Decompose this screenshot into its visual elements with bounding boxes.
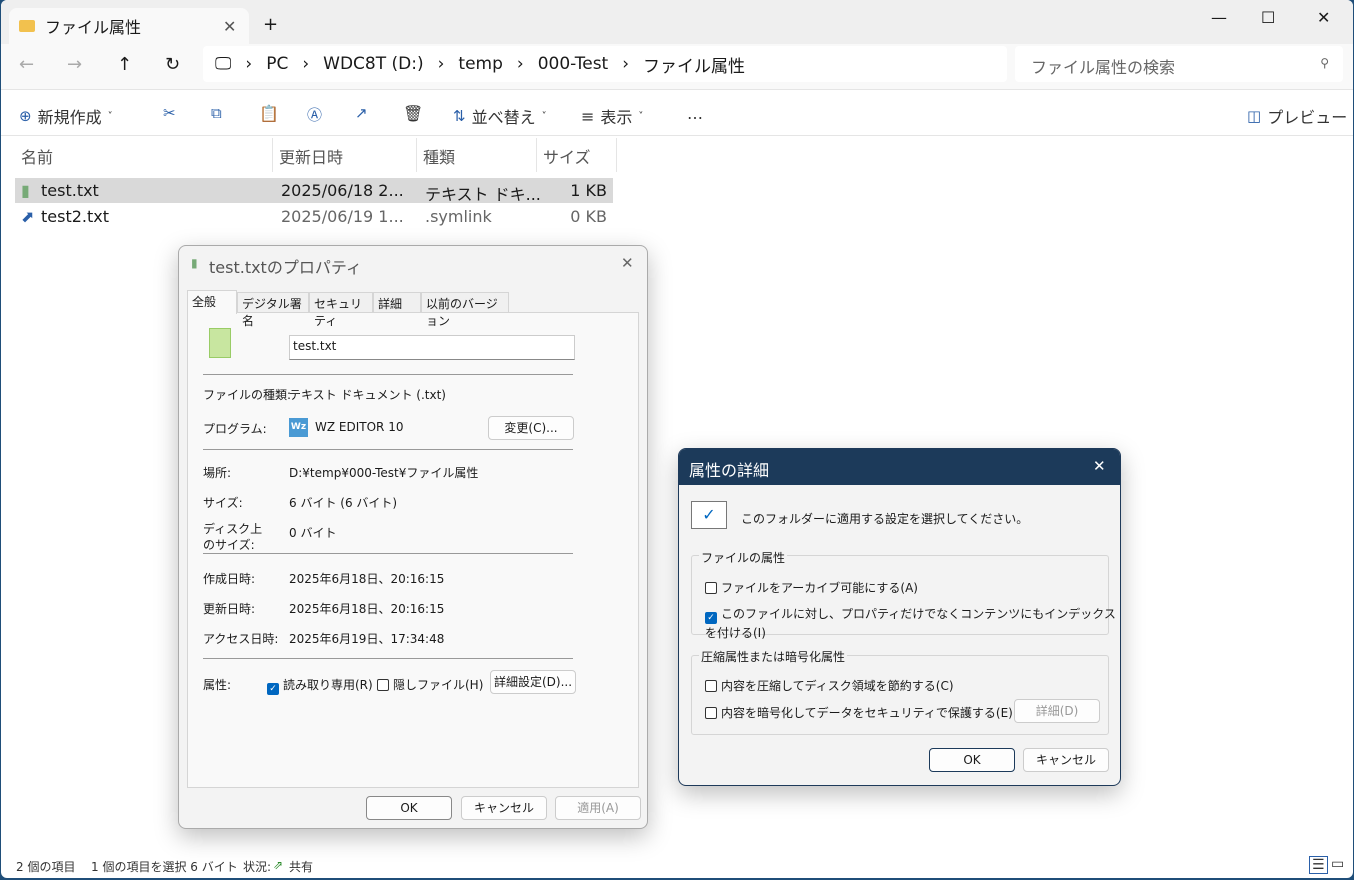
checkmark-icon: ✓ bbox=[691, 501, 727, 529]
command-bar: ⊕ 新規作成 ˅ ✂ ⧉ 📋 Ⓐ ↗ 🗑 ⇅ 並べ替え ˅ ≡ 表示 ˅ … ◫ プレビュー bbox=[1, 92, 1353, 136]
status-selected: 1 個の項目を選択 6 バイト bbox=[91, 860, 238, 874]
column-name[interactable]: 名前 bbox=[15, 138, 273, 172]
symlink-file-icon: ⬈ bbox=[21, 207, 35, 226]
text-file-icon: ▮ bbox=[191, 256, 198, 270]
readonly-checkbox[interactable]: ✓ 読み取り専用(R) bbox=[267, 676, 373, 695]
tab-label: ファイル属性 bbox=[45, 18, 142, 37]
maximize-button[interactable]: ☐ bbox=[1261, 8, 1275, 27]
view-icon: ≡ bbox=[581, 106, 595, 126]
tab-security[interactable]: セキュリティ bbox=[309, 292, 373, 328]
delete-icon[interactable]: 🗑 bbox=[403, 104, 423, 123]
share-status-icon: ⇗ bbox=[273, 858, 284, 872]
file-row[interactable]: ⬈ test2.txt 2025/06/19 1... .symlink 0 KB bbox=[15, 204, 613, 229]
crumb-current[interactable]: ファイル属性 bbox=[643, 52, 745, 77]
rename-icon[interactable]: Ⓐ bbox=[307, 104, 322, 125]
encrypt-checkbox[interactable]: 内容を暗号化してデータをセキュリティで保護する(E) bbox=[705, 704, 1013, 721]
ok-button[interactable]: OK bbox=[366, 796, 452, 820]
hidden-checkbox[interactable]: 隠しファイル(H) bbox=[377, 676, 483, 693]
crumb-drive[interactable]: WDC8T (D:) bbox=[323, 54, 423, 74]
sort-icon: ⇅ bbox=[453, 107, 466, 125]
close-icon[interactable]: ✕ bbox=[621, 254, 634, 272]
cancel-button[interactable]: キャンセル bbox=[1023, 748, 1109, 772]
forward-button[interactable]: → bbox=[67, 54, 82, 75]
filename-input[interactable]: test.txt bbox=[289, 335, 575, 360]
paste-icon[interactable]: 📋 bbox=[259, 104, 279, 123]
column-date[interactable]: 更新日時 bbox=[273, 138, 417, 172]
copy-icon[interactable]: ⧉ bbox=[211, 104, 222, 122]
column-size[interactable]: サイズ bbox=[537, 138, 617, 172]
status-state: 共有 bbox=[289, 860, 314, 874]
search-icon: ⚲ bbox=[1320, 56, 1329, 70]
column-type[interactable]: 種類 bbox=[417, 138, 537, 172]
tiles-view-button[interactable]: ▭ bbox=[1331, 856, 1344, 872]
up-button[interactable]: ↑ bbox=[117, 54, 132, 75]
new-button[interactable]: ⊕ 新規作成 ˅ bbox=[19, 104, 113, 128]
plus-circle-icon: ⊕ bbox=[19, 107, 32, 125]
folder-icon bbox=[19, 20, 35, 32]
status-count: 2 個の項目 bbox=[16, 860, 76, 874]
crumb-000-test[interactable]: 000-Test bbox=[538, 54, 609, 74]
properties-dialog: ▮ test.txtのプロパティ ✕ 全般 デジタル署名 セキュリティ 詳細 以… bbox=[178, 245, 648, 829]
advanced-button[interactable]: 詳細設定(D)... bbox=[490, 670, 576, 694]
ok-button[interactable]: OK bbox=[929, 748, 1015, 772]
crumb-temp[interactable]: temp bbox=[458, 54, 502, 74]
change-program-button[interactable]: 変更(C)... bbox=[488, 416, 574, 440]
preview-button[interactable]: ◫ プレビュー bbox=[1247, 104, 1347, 128]
new-tab-button[interactable]: + bbox=[263, 14, 278, 35]
crumb-pc[interactable]: PC bbox=[266, 54, 288, 74]
dialog-title: test.txtのプロパティ bbox=[209, 258, 362, 277]
details-view-button[interactable]: ☰ bbox=[1309, 856, 1328, 874]
text-file-icon: ▮ bbox=[21, 181, 30, 200]
share-icon[interactable]: ↗ bbox=[355, 104, 368, 122]
file-row[interactable]: ▮ test.txt 2025/06/18 2... テキスト ドキ... 1 KB bbox=[15, 178, 613, 204]
sort-button[interactable]: ⇅ 並べ替え ˅ bbox=[453, 104, 547, 128]
status-state-label: 状況: bbox=[243, 860, 272, 874]
back-button[interactable]: ← bbox=[19, 54, 34, 75]
file-large-icon bbox=[209, 328, 231, 358]
apply-button[interactable]: 適用(A) bbox=[555, 796, 641, 820]
more-button[interactable]: … bbox=[687, 104, 703, 123]
archive-checkbox[interactable]: ファイルをアーカイブ可能にする(A) bbox=[705, 579, 918, 596]
close-icon[interactable]: ✕ bbox=[1093, 457, 1106, 475]
tab-details[interactable]: 詳細 bbox=[373, 292, 421, 312]
compress-encrypt-group bbox=[691, 655, 1109, 735]
encrypt-details-button[interactable]: 詳細(D) bbox=[1014, 699, 1100, 723]
close-window-button[interactable]: ✕ bbox=[1317, 8, 1330, 27]
tab-previous-versions[interactable]: 以前のバージョン bbox=[421, 292, 509, 328]
breadcrumb[interactable]: 🖵 › PC › WDC8T (D:) › temp › 000-Test › ファイル属… bbox=[203, 46, 1007, 82]
search-input[interactable]: ファイル属性の検索 ⚲ bbox=[1015, 46, 1343, 82]
compress-checkbox[interactable]: 内容を圧縮してディスク領域を節約する(C) bbox=[705, 677, 954, 694]
index-checkbox[interactable]: ✓ このファイルに対し、プロパティだけでなくコンテンツにもインデックスを付ける(I… bbox=[705, 605, 1120, 641]
wz-editor-icon: Wz bbox=[289, 418, 308, 437]
tab-signature[interactable]: デジタル署名 bbox=[237, 292, 309, 328]
cut-icon[interactable]: ✂ bbox=[163, 104, 176, 122]
tab-general[interactable]: 全般 bbox=[187, 290, 237, 314]
advanced-attributes-dialog: 属性の詳細 ✕ ✓ このフォルダーに適用する設定を選択してください。 ファイルの… bbox=[678, 448, 1121, 786]
tab-bar: ファイル属性 ✕ + — ☐ ✕ bbox=[1, 0, 1353, 44]
tab-file-attrs[interactable]: ファイル属性 ✕ bbox=[9, 8, 249, 44]
cancel-button[interactable]: キャンセル bbox=[461, 796, 547, 820]
preview-icon: ◫ bbox=[1247, 107, 1262, 125]
minimize-button[interactable]: — bbox=[1211, 8, 1227, 27]
pc-icon: 🖵 bbox=[215, 54, 232, 74]
dialog-title: 属性の詳細 bbox=[689, 461, 770, 480]
refresh-button[interactable]: ↻ bbox=[165, 54, 180, 75]
view-button[interactable]: ≡ 表示 ˅ bbox=[581, 104, 643, 128]
close-tab-icon[interactable]: ✕ bbox=[223, 17, 236, 36]
